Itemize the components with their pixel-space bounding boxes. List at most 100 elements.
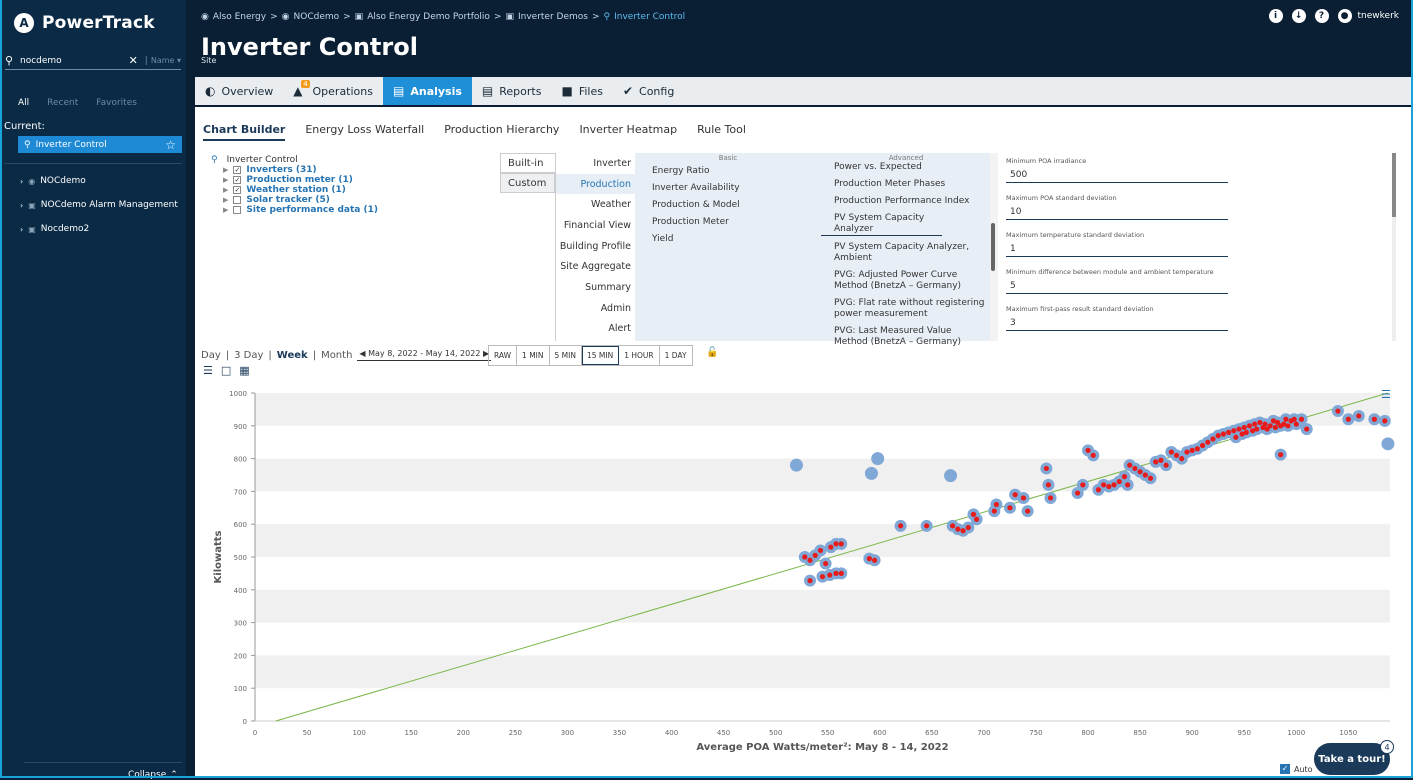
current-site-item[interactable]: ⚲ Inverter Control ☆ — [18, 136, 182, 153]
breadcrumb-item[interactable]: Also Energy Demo Portfolio — [367, 12, 490, 22]
data-point — [812, 552, 818, 558]
data-point — [1220, 431, 1226, 437]
breadcrumb: ◉ Also Energy > ◉ NOCdemo > ▣ Also Energ… — [201, 12, 685, 22]
data-point — [807, 557, 813, 563]
help-icon[interactable]: ? — [1314, 9, 1329, 23]
x-tick-label: 250 — [509, 729, 522, 737]
tab-label: Operations — [312, 84, 373, 98]
breadcrumb-item[interactable]: Inverter Demos — [518, 12, 588, 22]
user-avatar-icon[interactable]: ● — [1337, 9, 1352, 23]
sidebar-tree-item-alarm-management[interactable]: › ▣ NOCdemo Alarm Management — [20, 200, 178, 210]
tab-label: Reports — [499, 84, 542, 98]
data-point — [1246, 423, 1253, 429]
auto-checkbox[interactable]: ✓ Auto — [1280, 764, 1313, 774]
sidebar-tree-item-nocdemo[interactable]: › ◉ NOCdemo — [20, 176, 86, 186]
data-point — [1124, 482, 1131, 488]
user-name[interactable]: tnewkerk — [1358, 11, 1399, 21]
data-point — [1075, 490, 1081, 496]
breadcrumb-separator: > — [343, 12, 351, 22]
sidebar-tree-label: NOCdemo — [40, 176, 86, 186]
breadcrumb-separator: > — [591, 12, 600, 22]
tab-label: Analysis — [410, 84, 462, 98]
x-tick-label: 600 — [873, 729, 886, 737]
chevron-right-icon[interactable]: › — [20, 177, 23, 186]
outlier-point — [1381, 437, 1395, 451]
checkbox-checked[interactable]: ✓ — [1280, 764, 1290, 774]
tab-recent[interactable]: Recent — [47, 98, 78, 108]
data-point — [1199, 442, 1206, 449]
chevron-right-icon[interactable]: › — [20, 225, 23, 234]
download-icon[interactable]: ↓ — [1291, 9, 1306, 23]
data-point — [1272, 424, 1279, 431]
favorite-star-icon[interactable]: ☆ — [165, 138, 176, 152]
data-point — [1335, 408, 1341, 414]
data-point — [1085, 447, 1091, 453]
data-point — [1158, 457, 1164, 463]
data-point — [1345, 416, 1351, 422]
data-point — [1210, 436, 1216, 442]
tab-favorites[interactable]: Favorites — [96, 98, 137, 108]
collapse-button[interactable]: Collapse ⌃ — [128, 770, 178, 780]
breadcrumb-item[interactable]: Also Energy — [213, 12, 266, 22]
chevron-right-icon[interactable]: › — [20, 201, 23, 210]
take-tour-button[interactable]: Take a tour! — [1314, 743, 1390, 775]
data-point — [1382, 418, 1388, 424]
search-icon: ⚲ — [5, 54, 14, 67]
x-tick-label: 300 — [561, 729, 574, 737]
logo[interactable]: A PowerTrack — [14, 13, 155, 33]
portfolio-icon: ◉ — [28, 176, 36, 186]
data-point — [1137, 469, 1143, 475]
data-point — [1045, 482, 1052, 488]
site-search[interactable]: ⚲ nocdemo ✕ | Name ▾ — [5, 52, 181, 70]
breadcrumb-item[interactable]: NOCdemo — [294, 12, 340, 22]
page-title: Inverter Control — [201, 33, 418, 61]
data-point — [991, 508, 997, 514]
data-point — [924, 523, 930, 529]
location-pin-icon: ⚲ — [603, 12, 611, 22]
analysis-content: Chart Builder Energy Loss Waterfall Prod… — [195, 107, 1413, 778]
scatter-chart: 0 100 200 300 400 500 600 700 800 900 1000 0 50 100 15… — [213, 390, 1395, 753]
tab-all[interactable]: All — [18, 98, 29, 108]
breadcrumb-item[interactable]: Inverter Control — [614, 12, 685, 22]
collapse-label: Collapse — [128, 770, 167, 780]
data-point — [1205, 439, 1211, 445]
chart-icon: ▤ — [393, 84, 405, 98]
legend-toggle-icon[interactable]: ☰ — [1381, 388, 1391, 401]
x-tick-label: 650 — [925, 729, 938, 737]
sidebar: A PowerTrack ⚲ nocdemo ✕ | Name ▾ All Re… — [0, 0, 186, 780]
x-tick-label: 550 — [821, 729, 834, 737]
data-point — [1215, 433, 1221, 439]
tab-overview[interactable]: ◐ Overview — [195, 77, 283, 105]
tab-operations[interactable]: ▲ 4 Operations — [283, 77, 383, 105]
data-point — [965, 524, 971, 531]
y-tick-label: 400 — [234, 587, 247, 595]
search-divider: | — [144, 55, 148, 66]
operations-badge: 4 — [301, 80, 310, 88]
x-tick-label: 950 — [1238, 729, 1251, 737]
data-point — [1189, 447, 1195, 453]
search-input[interactable]: nocdemo — [17, 56, 129, 66]
tab-files[interactable]: ■ Files — [551, 77, 612, 105]
grid-band — [255, 458, 1390, 492]
tab-reports[interactable]: ▤ Reports — [472, 77, 552, 105]
y-tick-label: 200 — [234, 652, 247, 660]
sort-select[interactable]: Name ▾ — [151, 56, 181, 65]
tab-config[interactable]: ✔ Config — [613, 77, 684, 105]
data-point — [974, 516, 980, 522]
y-tick-label: 300 — [234, 620, 247, 628]
data-point — [1231, 428, 1237, 434]
data-point — [1116, 478, 1122, 485]
x-tick-label: 400 — [665, 729, 678, 737]
folder-icon: ■ — [561, 84, 573, 98]
clear-search-icon[interactable]: ✕ — [129, 54, 142, 67]
data-point — [955, 526, 961, 532]
tab-analysis[interactable]: ▤ Analysis — [383, 77, 472, 105]
data-point — [1371, 416, 1377, 422]
main-nav: ◐ Overview ▲ 4 Operations ▤ Analysis ▤ Re… — [195, 77, 1413, 105]
info-icon[interactable]: i — [1268, 9, 1283, 23]
outlier-point — [789, 458, 803, 472]
data-point — [823, 560, 829, 567]
sidebar-tree-item-nocdemo2[interactable]: › ▣ Nocdemo2 — [20, 224, 89, 234]
data-point — [1153, 459, 1159, 465]
tab-label: Overview — [221, 84, 274, 98]
